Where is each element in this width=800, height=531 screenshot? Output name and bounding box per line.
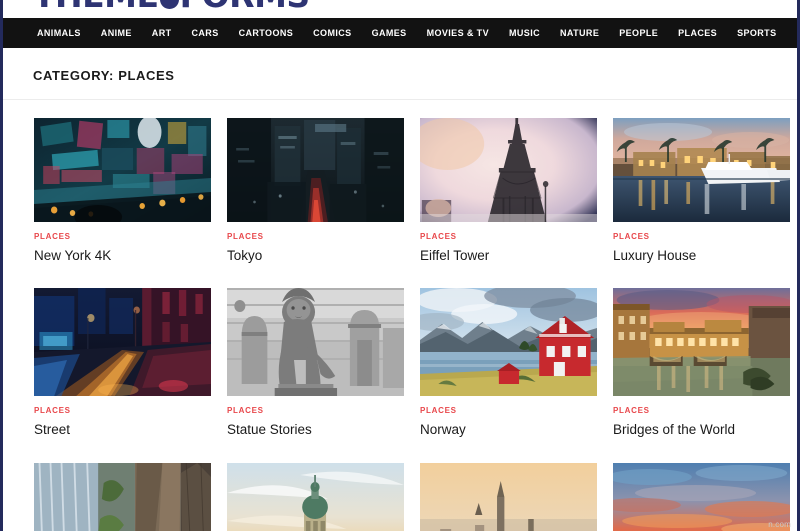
post-card: PLACES Bridges of the World: [605, 288, 797, 438]
logo-dot-icon: [159, 0, 179, 9]
post-meta: PLACES Luxury House: [613, 222, 790, 264]
post-card: PLACES Norway: [412, 288, 605, 438]
city-skyline-warm-haze-image: [420, 463, 597, 531]
post-title[interactable]: Luxury House: [613, 248, 790, 264]
ponte-vecchio-sunset-image: [613, 288, 790, 397]
post-title[interactable]: Norway: [420, 422, 597, 438]
site-header: THEME FORMS: [3, 0, 797, 18]
nav-item-music[interactable]: MUSIC: [499, 18, 550, 48]
post-meta: PLACES Bridges of the World: [613, 396, 790, 438]
post-thumbnail-luxury-house[interactable]: [613, 118, 790, 222]
post-category-label[interactable]: PLACES: [420, 406, 597, 415]
dramatic-sunset-clouds-city-image: [613, 463, 790, 531]
post-thumbnail-sunset-clouds[interactable]: [613, 463, 790, 531]
logo-text-tail: FORMS: [180, 0, 311, 15]
post-meta: PLACES Norway: [420, 396, 597, 438]
nav-item-cars[interactable]: CARS: [182, 18, 229, 48]
nav-item-anime[interactable]: ANIME: [91, 18, 142, 48]
eiffel-tower-pink-sky-image: [420, 118, 597, 222]
post-card: PLACES Luxury House: [605, 118, 797, 264]
post-thumbnail-statue-stories[interactable]: [227, 288, 404, 397]
nav-item-animals[interactable]: ANIMALS: [33, 18, 91, 48]
watermark-text: n.com: [768, 520, 791, 529]
post-thumbnail-new-york-4k[interactable]: [34, 118, 211, 222]
grid-row: PLACES: [26, 463, 790, 531]
nav-item-places[interactable]: PLACES: [668, 18, 727, 48]
post-thumbnail-bridges-of-the-world[interactable]: [613, 288, 790, 397]
nav-item-art[interactable]: ART: [142, 18, 182, 48]
post-card: PLACES: [412, 463, 605, 531]
row-spacer: [26, 264, 774, 288]
cathedral-dome-golden-sky-image: [227, 463, 404, 531]
page-frame: THEME FORMS ANIMALS ANIME ART CARS CARTOO…: [0, 0, 800, 531]
post-meta: PLACES Tokyo: [227, 222, 404, 264]
nav-item-nature[interactable]: NATURE: [550, 18, 609, 48]
post-meta: PLACES Street: [34, 396, 211, 438]
post-card: PLACES New York 4K: [26, 118, 219, 264]
post-title[interactable]: Eiffel Tower: [420, 248, 597, 264]
category-header: CATEGORY: PLACES: [3, 48, 797, 100]
post-meta: PLACES New York 4K: [34, 222, 211, 264]
nav-item-games[interactable]: GAMES: [362, 18, 417, 48]
post-category-label[interactable]: PLACES: [613, 406, 790, 415]
post-category-label[interactable]: PLACES: [227, 232, 404, 241]
post-thumbnail-street[interactable]: [34, 288, 211, 397]
logo-text-head: THEME: [33, 0, 159, 15]
post-title[interactable]: Street: [34, 422, 211, 438]
page-title: CATEGORY: PLACES: [33, 68, 175, 83]
post-card: PLACES: [26, 463, 219, 531]
rainy-neon-street-night-image: [34, 288, 211, 397]
post-title[interactable]: Tokyo: [227, 248, 404, 264]
grid-row: PLACES Street PLACES Statue Stories PLAC…: [26, 288, 790, 438]
nav-item-people[interactable]: PEOPLE: [609, 18, 668, 48]
post-category-label[interactable]: PLACES: [420, 232, 597, 241]
post-thumbnail-tokyo[interactable]: [227, 118, 404, 222]
tokyo-night-skyline-dark-image: [227, 118, 404, 222]
night-city-aerial-neon-image: [34, 118, 211, 222]
norway-red-house-fjord-image: [420, 288, 597, 397]
post-category-label[interactable]: PLACES: [227, 406, 404, 415]
post-category-label[interactable]: PLACES: [34, 232, 211, 241]
post-card: PLACES Tokyo: [219, 118, 412, 264]
post-title[interactable]: Bridges of the World: [613, 422, 790, 438]
post-title[interactable]: Statue Stories: [227, 422, 404, 438]
row-spacer: [26, 438, 774, 463]
lion-statue-monochrome-image: [227, 288, 404, 397]
post-meta: PLACES Eiffel Tower: [420, 222, 597, 264]
post-category-label[interactable]: PLACES: [34, 406, 211, 415]
grid-row: PLACES New York 4K PLACES Tokyo PLACES E…: [26, 118, 790, 264]
post-card: PLACES: [219, 463, 412, 531]
nav-item-comics[interactable]: COMICS: [303, 18, 361, 48]
nav-item-sports[interactable]: SPORTS: [727, 18, 786, 48]
post-card: PLACES Statue Stories: [219, 288, 412, 438]
main-navigation: ANIMALS ANIME ART CARS CARTOONS COMICS G…: [3, 18, 797, 48]
post-thumbnail-norway[interactable]: [420, 288, 597, 397]
post-card: PLACES Street: [26, 288, 219, 438]
waterfall-cliff-green-image: [34, 463, 211, 531]
post-thumbnail-cathedral[interactable]: [227, 463, 404, 531]
post-grid: PLACES New York 4K PLACES Tokyo PLACES E…: [3, 100, 797, 531]
post-meta: PLACES Statue Stories: [227, 396, 404, 438]
nav-item-best-themes[interactable]: BEST THEMES: [786, 18, 797, 48]
post-card: PLACES Eiffel Tower: [412, 118, 605, 264]
post-title[interactable]: New York 4K: [34, 248, 211, 264]
waterfront-villas-yachts-dusk-image: [613, 118, 790, 222]
post-thumbnail-city-skyline[interactable]: [420, 463, 597, 531]
nav-items: ANIMALS ANIME ART CARS CARTOONS COMICS G…: [33, 18, 797, 48]
post-category-label[interactable]: PLACES: [613, 232, 790, 241]
post-thumbnail-eiffel-tower[interactable]: [420, 118, 597, 222]
site-logo[interactable]: THEME FORMS: [33, 0, 310, 15]
nav-item-movies-tv[interactable]: MOVIES & TV: [417, 18, 499, 48]
post-thumbnail-waterfall[interactable]: [34, 463, 211, 531]
nav-item-cartoons[interactable]: CARTOONS: [229, 18, 304, 48]
